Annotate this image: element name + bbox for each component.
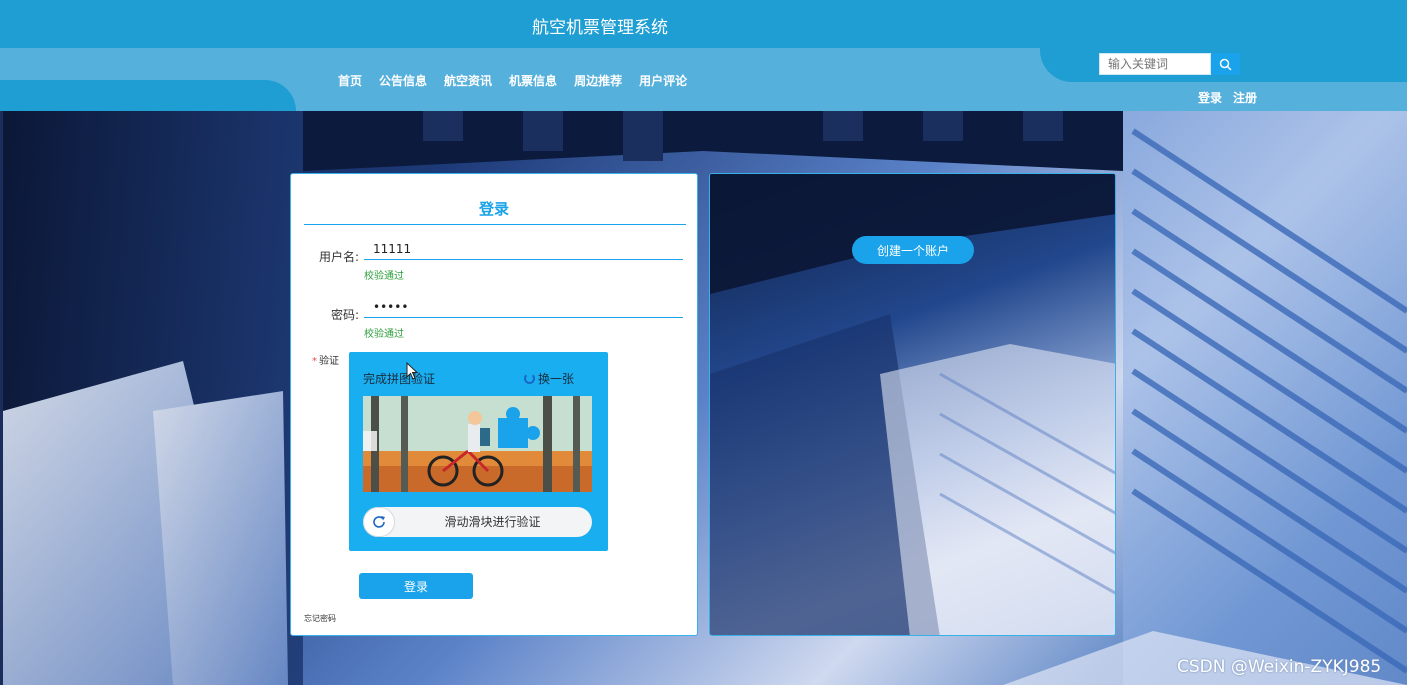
login-button[interactable]: 登录	[359, 573, 473, 599]
slider-handle[interactable]	[363, 507, 395, 537]
search-input[interactable]	[1099, 53, 1211, 75]
search-icon	[1219, 58, 1232, 71]
captcha-label: * 验证	[309, 352, 339, 367]
username-label: 用户名:	[318, 250, 359, 264]
captcha-image	[363, 396, 592, 492]
site-title: 航空机票管理系统	[532, 18, 668, 38]
header-login-link[interactable]: 登录	[1198, 89, 1222, 106]
auth-links: 登录 注册	[1198, 89, 1257, 106]
refresh-icon	[373, 516, 385, 528]
search-button[interactable]	[1211, 53, 1240, 75]
captcha-title: 完成拼图验证	[363, 372, 436, 386]
slider-hint: 滑动滑块进行验证	[444, 515, 541, 529]
username-field[interactable]	[364, 238, 683, 260]
nav-item-announcements[interactable]: 公告信息	[379, 72, 427, 89]
title-divider	[304, 224, 686, 225]
captcha-label-text: 验证	[319, 356, 339, 367]
refresh-icon	[524, 373, 535, 384]
password-field[interactable]	[364, 296, 683, 318]
header-register-link[interactable]: 注册	[1233, 89, 1257, 106]
login-card: 登录 用户名: 校验通过 密码: 校验通过 *验证 完成拼图验证 换一张	[290, 173, 698, 636]
nav-item-home[interactable]: 首页	[338, 72, 362, 89]
main-nav: 首页 公告信息 航空资讯 机票信息 周边推荐 用户评论	[338, 72, 704, 89]
login-title: 登录	[478, 200, 509, 218]
register-panel: 创建一个账户	[709, 173, 1116, 636]
puzzle-captcha: 完成拼图验证 换一张 滑动滑块进行验证	[349, 352, 608, 551]
username-status: 校验通过	[364, 271, 404, 282]
password-label: 密码:	[330, 308, 359, 322]
nav-decoration-left	[0, 80, 296, 111]
slider-track: 滑动滑块进行验证	[363, 507, 592, 537]
captcha-refresh-label: 换一张	[538, 372, 575, 386]
mouse-pointer-icon	[406, 362, 418, 380]
nav-item-tickets[interactable]: 机票信息	[509, 72, 557, 89]
password-status: 校验通过	[364, 329, 404, 340]
background-image	[3, 111, 1407, 685]
create-account-button[interactable]: 创建一个账户	[852, 236, 974, 264]
nav-item-reviews[interactable]: 用户评论	[639, 72, 687, 89]
nav-item-aviation-news[interactable]: 航空资讯	[444, 72, 492, 89]
required-star: *	[312, 356, 317, 367]
nav-item-nearby[interactable]: 周边推荐	[574, 72, 622, 89]
watermark: CSDN @Weixin-ZYKJ985	[1177, 657, 1382, 677]
forgot-password-link[interactable]: 忘记密码	[304, 613, 336, 624]
captcha-refresh-button[interactable]: 换一张	[524, 370, 574, 387]
